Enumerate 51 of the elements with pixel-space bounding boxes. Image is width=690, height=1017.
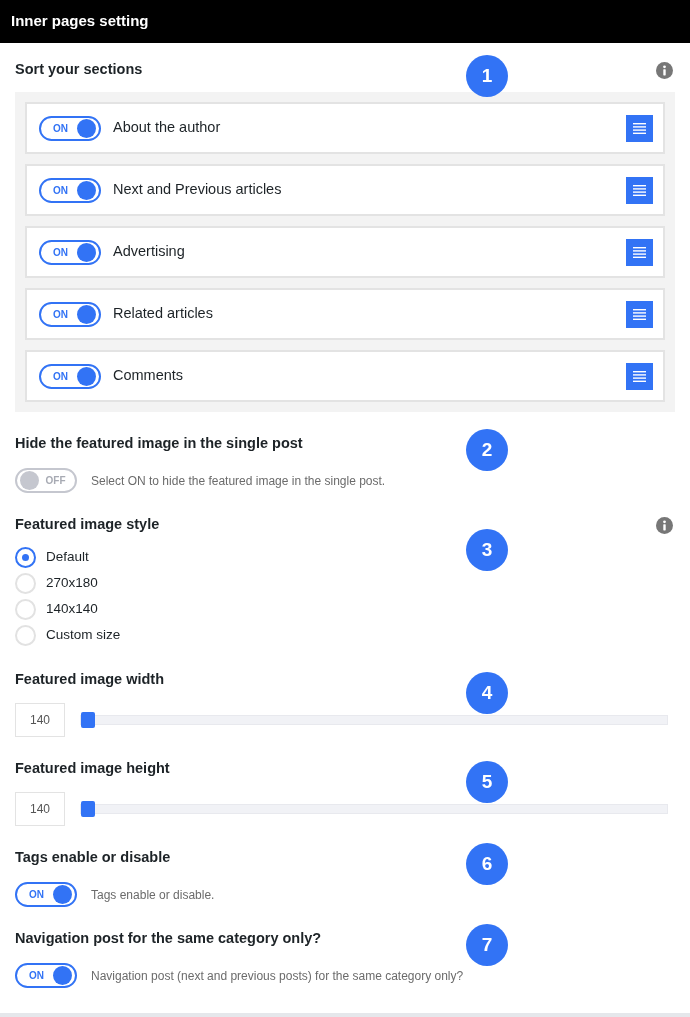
drag-handle-icon[interactable]	[626, 238, 653, 266]
number-badge: 3	[466, 529, 508, 571]
header-title: Inner pages setting	[11, 11, 149, 32]
slider-thumb[interactable]	[81, 712, 95, 728]
toggle-switch[interactable]: ON	[15, 963, 77, 988]
section-row[interactable]: ON Related articles	[25, 288, 665, 340]
toggle-switch[interactable]: ON	[39, 239, 101, 265]
drag-handle-icon[interactable]	[626, 362, 653, 390]
section-label: Next and Previous articles	[113, 180, 283, 200]
radio-option[interactable]: 140x140	[15, 596, 675, 622]
number-badge: 5	[466, 761, 508, 803]
number-badge: 7	[466, 924, 508, 966]
section-label: Advertising	[113, 242, 186, 262]
section-title: Hide the featured image in the single post	[15, 434, 303, 454]
section-label: Related articles	[113, 304, 214, 324]
number-field[interactable]: 140	[15, 703, 65, 737]
toggle-switch[interactable]: ON	[15, 882, 77, 907]
section-title: Featured image width	[15, 670, 165, 690]
number-badge: 4	[466, 672, 508, 714]
section-title: Navigation post for the same category only?	[15, 929, 322, 949]
info-icon[interactable]	[656, 61, 673, 79]
toggle-switch[interactable]: ON	[39, 115, 101, 141]
toggle-switch[interactable]: ON	[39, 177, 101, 203]
section-title: Tags enable or disable	[15, 848, 171, 868]
description-text: Navigation post (next and previous posts) for the same category only?	[91, 967, 464, 985]
description-text: Select ON to hide the featured image in the single post.	[91, 472, 386, 490]
number-badge: 6	[466, 843, 508, 885]
section-title: Sort your sections	[15, 60, 143, 80]
radio-option[interactable]: Custom size	[15, 622, 675, 648]
section-label: About the author	[113, 118, 222, 138]
section-title: Featured image style	[15, 515, 160, 535]
slider-track[interactable]	[80, 715, 668, 725]
toggle-switch[interactable]: ON	[39, 301, 101, 327]
info-icon[interactable]	[656, 516, 673, 534]
drag-handle-icon[interactable]	[626, 114, 653, 142]
description-text: Tags enable or disable.	[91, 886, 215, 904]
number-field[interactable]: 140	[15, 792, 65, 826]
toggle-switch[interactable]: ON	[39, 363, 101, 389]
number-badge: 1	[466, 55, 508, 97]
section-row[interactable]: ON About the author	[25, 102, 665, 154]
radio-option[interactable]: 270x180	[15, 570, 675, 596]
slider-track[interactable]	[80, 804, 668, 814]
section-row[interactable]: ON Comments	[25, 350, 665, 402]
drag-handle-icon[interactable]	[626, 300, 653, 328]
section-title: Featured image height	[15, 759, 170, 779]
number-badge: 2	[466, 429, 508, 471]
section-label: Comments	[113, 366, 185, 386]
drag-handle-icon[interactable]	[626, 176, 653, 204]
slider-thumb[interactable]	[81, 801, 95, 817]
section-row[interactable]: ON Advertising	[25, 226, 665, 278]
section-row[interactable]: ON Next and Previous articles	[25, 164, 665, 216]
